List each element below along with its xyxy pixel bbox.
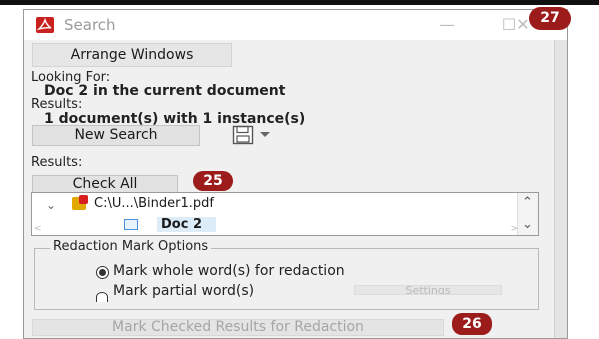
search-window: Search — ☐ Arrange Windows Looking For: …	[23, 9, 568, 339]
save-icon[interactable]	[232, 125, 254, 145]
annotation-badge-26: 26	[452, 313, 492, 335]
scroll-left-icon[interactable]: <	[34, 224, 42, 234]
mark-whole-label[interactable]: Mark whole word(s) for redaction	[113, 263, 345, 279]
mark-partial-radio[interactable]	[96, 292, 108, 302]
title-bar: Search — ☐	[24, 10, 567, 40]
top-border	[0, 0, 599, 5]
new-search-button[interactable]: New Search	[32, 125, 200, 146]
settings-button[interactable]: Settings	[354, 285, 502, 295]
scroll-down-icon[interactable]: ⌄	[522, 217, 533, 232]
results-label: Results:	[31, 155, 83, 170]
vertical-scrollbar[interactable]: ⌃ ⌄	[517, 193, 538, 235]
redaction-options-group	[34, 248, 539, 310]
arrange-windows-button[interactable]: Arrange Windows	[32, 43, 232, 67]
annotation-badge-27: 27	[529, 7, 571, 30]
annotation-badge-25: 25	[193, 171, 233, 191]
mark-partial-label[interactable]: Mark partial word(s)	[113, 283, 254, 299]
mark-whole-radio[interactable]	[96, 266, 109, 279]
check-all-button[interactable]: Check All	[32, 175, 178, 193]
acrobat-icon	[36, 17, 54, 33]
window-gutter	[554, 10, 567, 338]
window-title: Search	[64, 16, 116, 34]
minimize-button[interactable]: —	[432, 12, 462, 38]
chevron-down-icon[interactable]: ⌄	[46, 198, 56, 212]
save-dropdown-icon[interactable]	[260, 132, 270, 137]
mark-checked-button[interactable]: Mark Checked Results for Redaction	[32, 319, 444, 336]
results-summary-label: Results:	[31, 97, 83, 112]
file-path: C:\U...\Binder1.pdf	[94, 196, 214, 211]
horizontal-scrollbar[interactable]: < >	[32, 224, 522, 235]
redaction-options-title: Redaction Mark Options	[50, 239, 212, 254]
results-tree[interactable]: ⌄ C:\U...\Binder1.pdf Doc 2 < > ⌃ ⌄	[31, 192, 539, 236]
tree-row-file[interactable]: ⌄ C:\U...\Binder1.pdf	[32, 194, 538, 214]
pdf-file-icon	[72, 195, 88, 210]
scroll-up-icon[interactable]: ⌃	[522, 195, 533, 210]
